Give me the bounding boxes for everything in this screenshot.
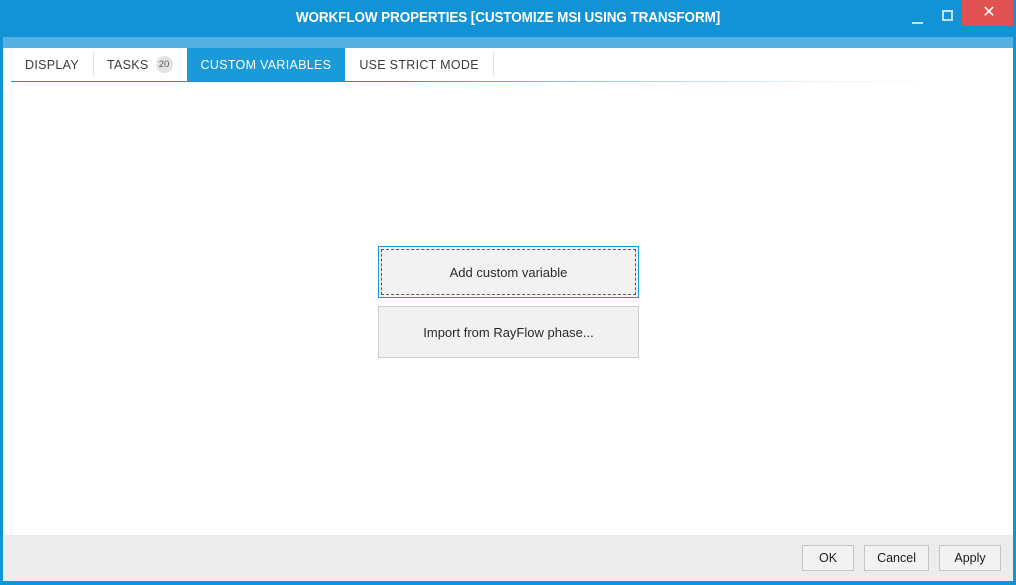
tab-display[interactable]: DISPLAY — [11, 48, 93, 81]
title-accent-band — [0, 37, 1016, 48]
tab-display-label: DISPLAY — [25, 58, 79, 72]
window-controls: ✕ — [902, 0, 1016, 37]
apply-button[interactable]: Apply — [939, 545, 1001, 571]
title-bar: WORKFLOW PROPERTIES [CUSTOMIZE MSI USING… — [0, 0, 1016, 37]
minimize-icon — [912, 22, 923, 24]
tab-bar: DISPLAY TASKS 20 CUSTOM VARIABLES USE ST… — [0, 48, 1016, 84]
tab-use-strict-mode-label: USE STRICT MODE — [359, 58, 479, 72]
add-custom-variable-button[interactable]: Add custom variable — [378, 246, 639, 298]
workflow-properties-dialog: WORKFLOW PROPERTIES [CUSTOMIZE MSI USING… — [0, 0, 1016, 585]
tasks-count-badge: 20 — [156, 56, 173, 73]
tab-tasks-label: TASKS — [107, 58, 149, 72]
import-from-rayflow-phase-button[interactable]: Import from RayFlow phase... — [378, 306, 639, 358]
apply-button-label: Apply — [954, 551, 985, 565]
cancel-button[interactable]: Cancel — [864, 545, 929, 571]
maximize-icon — [942, 10, 953, 21]
close-icon: ✕ — [982, 5, 995, 21]
ok-button-label: OK — [819, 551, 837, 565]
tab-custom-variables-label: CUSTOM VARIABLES — [201, 58, 332, 72]
import-from-rayflow-phase-label: Import from RayFlow phase... — [423, 325, 594, 340]
ok-button[interactable]: OK — [802, 545, 854, 571]
tab-use-strict-mode[interactable]: USE STRICT MODE — [345, 48, 493, 81]
tab-strip-end-separator — [493, 48, 494, 81]
tab-tasks[interactable]: TASKS 20 — [93, 48, 187, 81]
add-custom-variable-label: Add custom variable — [450, 265, 568, 280]
custom-variables-panel: Add custom variable Import from RayFlow … — [0, 84, 1016, 532]
maximize-button[interactable] — [932, 0, 962, 30]
tab-custom-variables[interactable]: CUSTOM VARIABLES — [187, 48, 346, 81]
dialog-footer: OK Cancel Apply — [3, 535, 1013, 581]
window-title: WORKFLOW PROPERTIES [CUSTOMIZE MSI USING… — [36, 0, 981, 37]
action-button-stack: Add custom variable Import from RayFlow … — [378, 246, 639, 358]
tab-underline — [11, 81, 951, 82]
minimize-button[interactable] — [902, 0, 932, 38]
close-button[interactable]: ✕ — [962, 0, 1016, 26]
cancel-button-label: Cancel — [877, 551, 916, 565]
